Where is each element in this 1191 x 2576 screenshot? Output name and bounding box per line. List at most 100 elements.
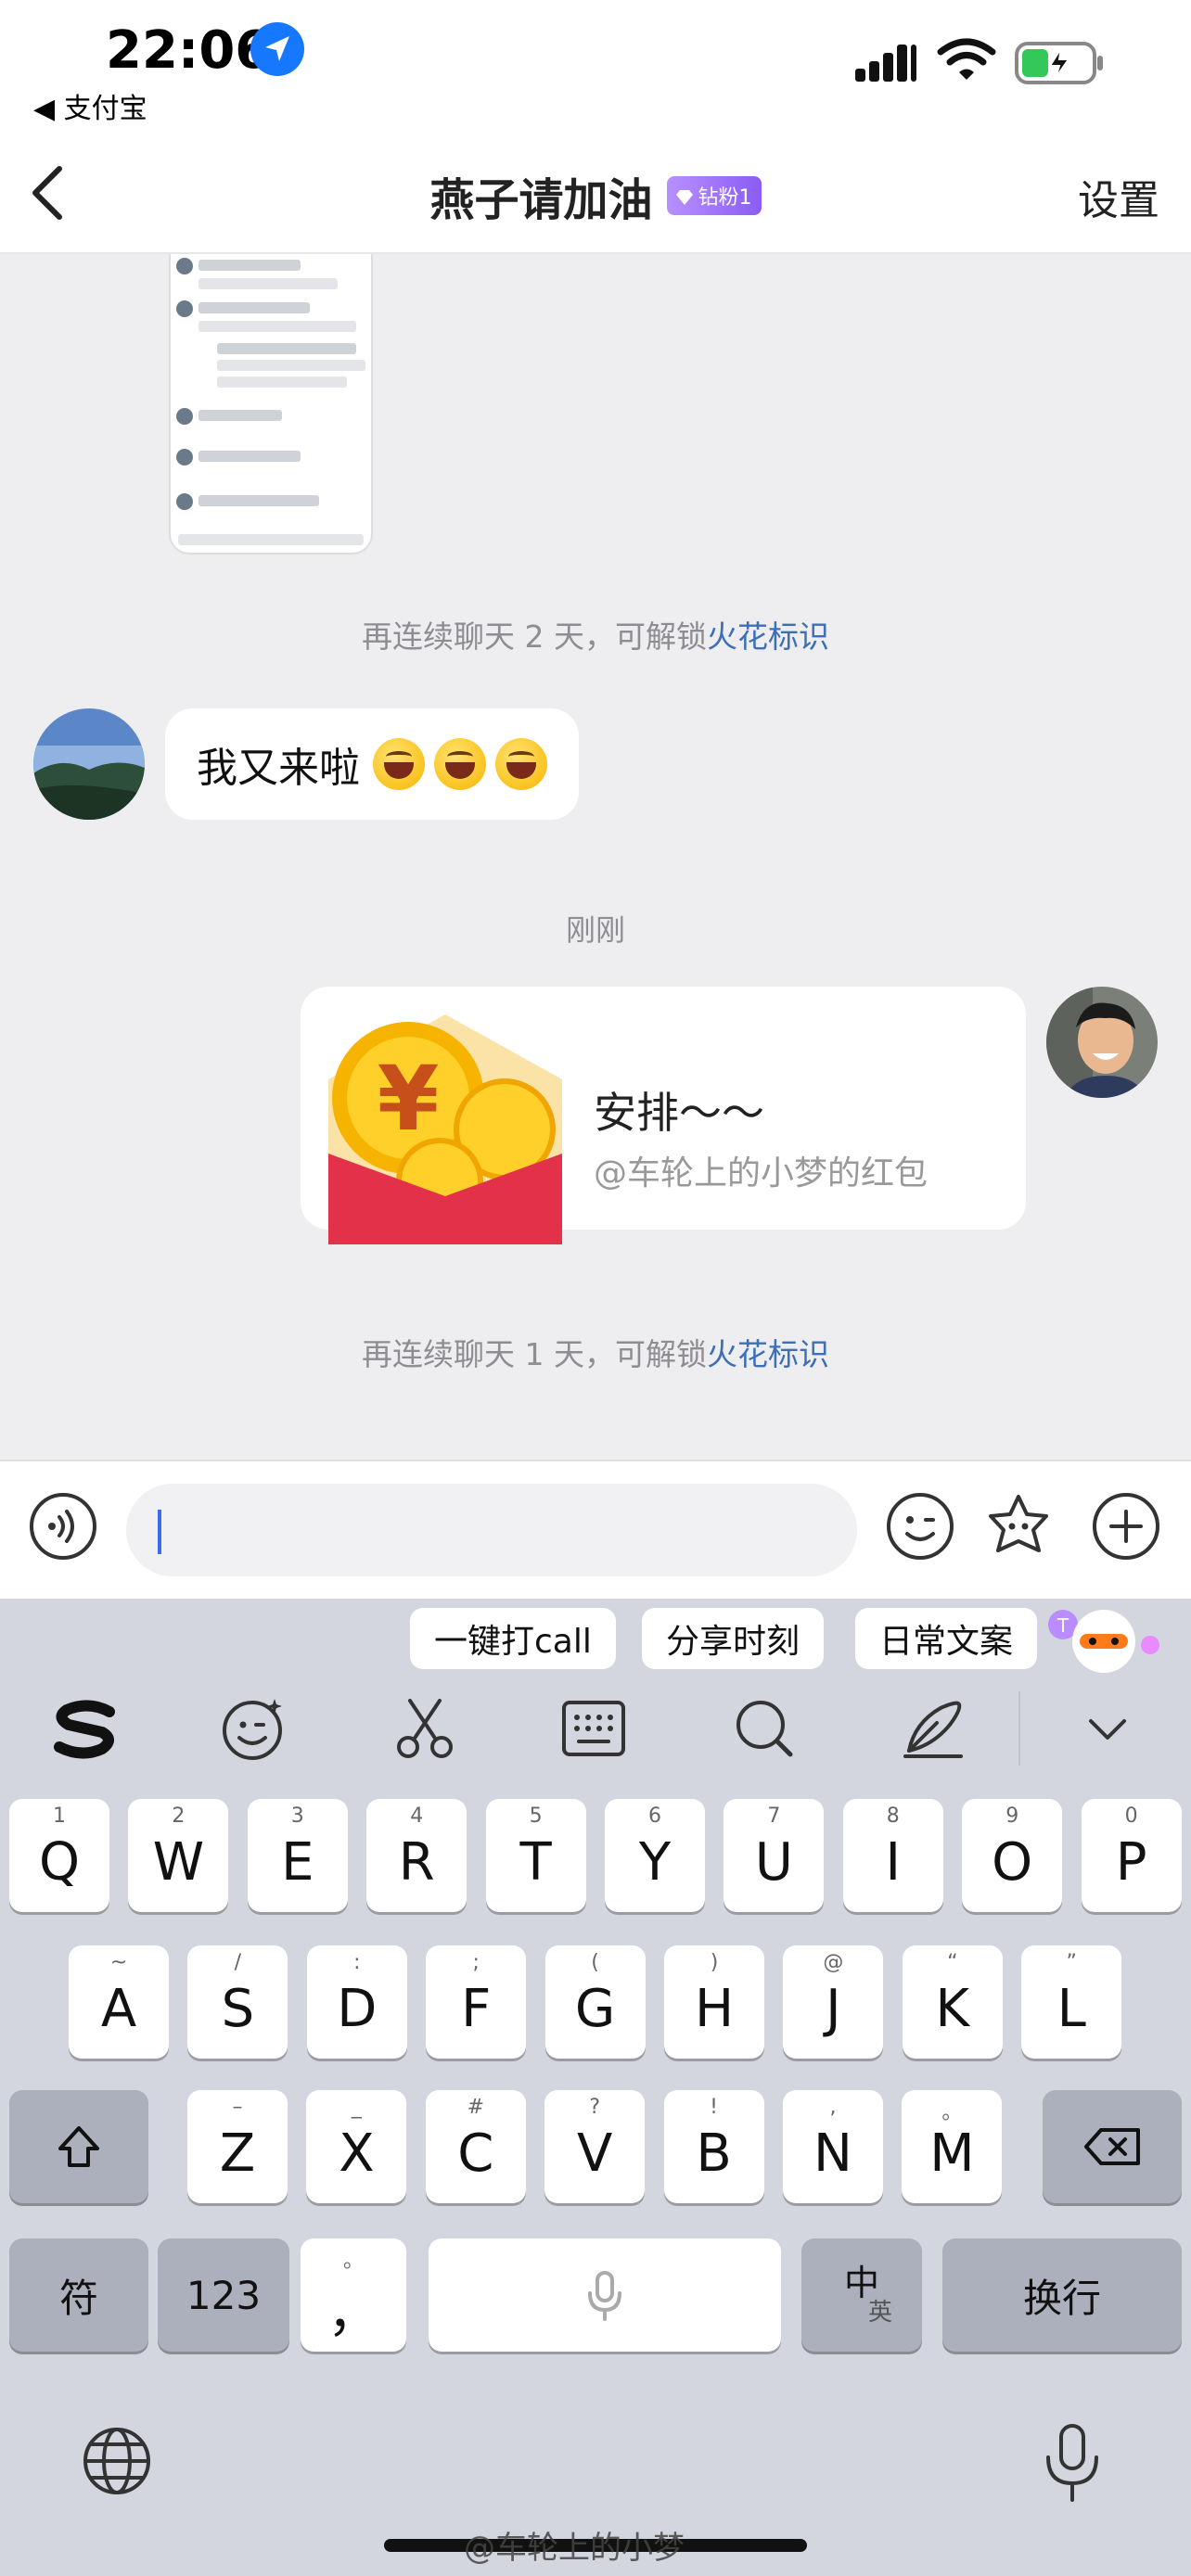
key-m[interactable]: 。 M <box>902 2090 1003 2203</box>
key-j[interactable]: @ J <box>783 1945 884 2059</box>
key-label: P <box>1115 1832 1147 1893</box>
key-hint: , <box>829 2096 837 2119</box>
key-f[interactable]: ; F <box>426 1945 527 2059</box>
key-y[interactable]: 6Y <box>605 1799 705 1912</box>
red-packet-icon: ¥ <box>328 1014 562 1246</box>
scissors-icon[interactable] <box>388 1691 462 1766</box>
globe-icon[interactable] <box>80 2424 154 2498</box>
shared-screenshot-image[interactable] <box>169 254 373 555</box>
key-hint: “ <box>947 1951 958 1974</box>
thumb-avatar <box>176 493 193 510</box>
key-g[interactable]: (G <box>544 1945 646 2059</box>
toolbar-divider <box>1018 1691 1020 1766</box>
key-k[interactable]: “K <box>902 1945 1003 2059</box>
backspace-icon <box>1084 2128 1140 2165</box>
key-i[interactable]: 8I <box>842 1799 943 1912</box>
comma-key[interactable]: 。 ， <box>301 2238 406 2352</box>
key-hint: 3 <box>290 1804 304 1828</box>
keyboard-layout-icon[interactable] <box>557 1691 631 1766</box>
key-b[interactable]: ! B <box>663 2090 764 2203</box>
key-label: J <box>826 1979 841 2039</box>
svg-text:¥: ¥ <box>378 1047 440 1151</box>
laughing-emoji-icon <box>495 738 547 790</box>
key-o[interactable]: 9O <box>962 1799 1063 1912</box>
key-r[interactable]: 4R <box>366 1799 467 1912</box>
incoming-message-bubble[interactable]: 我又来啦 <box>165 708 579 820</box>
status-time: 22:06 <box>106 20 272 81</box>
back-to-app-link[interactable]: ◀ 支付宝 <box>33 85 147 126</box>
contact-avatar[interactable] <box>33 708 145 820</box>
location-icon <box>250 22 304 76</box>
assistant-mascot-icon[interactable]: T <box>1046 1602 1167 1677</box>
key-hint: 4 <box>410 1804 424 1828</box>
key-z[interactable]: – Z <box>187 2090 288 2203</box>
delete-key[interactable] <box>1043 2090 1182 2203</box>
dictation-microphone-icon[interactable] <box>1039 2420 1106 2504</box>
key-p[interactable]: 0P <box>1081 1799 1182 1912</box>
handwriting-pen-icon[interactable] <box>896 1691 970 1766</box>
fan-badge: 钻粉1 <box>666 176 762 215</box>
my-avatar[interactable] <box>1046 987 1158 1098</box>
shift-key[interactable] <box>9 2090 148 2203</box>
keyboard-emoji-icon[interactable] <box>217 1691 291 1766</box>
key-label: W <box>152 1832 205 1893</box>
key-hint: 6 <box>648 1804 661 1828</box>
key-h[interactable]: ) H <box>664 1945 764 2059</box>
key-label: G <box>574 1979 616 2039</box>
key-q[interactable]: 1Q <box>9 1799 109 1912</box>
spark-notice-link[interactable]: 火花标识 <box>707 1336 829 1372</box>
lang-main-label: 中 <box>843 2263 879 2303</box>
search-icon[interactable] <box>727 1691 801 1766</box>
thumb-line <box>198 260 301 271</box>
key-label: Q <box>38 1832 81 1893</box>
key-label: ， <box>327 2284 379 2344</box>
voice-input-icon[interactable] <box>26 1489 100 1563</box>
red-packet-sender: @车轮上的小梦的红包 <box>594 1154 928 1192</box>
spark-notice-link[interactable]: 火花标识 <box>707 618 829 655</box>
wifi-icon <box>937 37 996 87</box>
key-label: O <box>992 1832 1033 1893</box>
key-l[interactable]: ” L <box>1021 1945 1122 2059</box>
key-x[interactable]: _ X <box>306 2090 407 2203</box>
key-n[interactable]: ,N <box>783 2090 883 2203</box>
settings-button[interactable]: 设置 <box>1078 167 1159 226</box>
key-e[interactable]: 3E <box>247 1799 348 1912</box>
key-c[interactable]: # C <box>425 2090 526 2203</box>
language-switch-key[interactable]: 中 英 <box>801 2238 922 2352</box>
key-label: R <box>398 1832 435 1893</box>
watermark: @车轮上的小梦 <box>464 2530 685 2567</box>
thumb-avatar <box>176 258 193 274</box>
message-input-field[interactable] <box>126 1484 857 1576</box>
thumb-line <box>198 302 310 313</box>
symbol-key[interactable]: 符 <box>9 2238 148 2352</box>
message-input-bar <box>0 1460 1191 1599</box>
key-d[interactable]: :D <box>306 1945 407 2059</box>
key-a[interactable]: ~ A <box>69 1945 169 2059</box>
key-label: M <box>929 2123 975 2184</box>
key-label: H <box>694 1979 735 2039</box>
suggestion-chip[interactable]: 日常文案 <box>855 1608 1038 1669</box>
key-u[interactable]: 7U <box>724 1799 825 1912</box>
text-caret <box>158 1510 161 1554</box>
key-v[interactable]: ? V <box>544 2090 646 2203</box>
suggestion-chip[interactable]: 分享时刻 <box>642 1608 825 1669</box>
sogou-logo-icon[interactable] <box>48 1691 122 1766</box>
key-t[interactable]: 5T <box>485 1799 586 1912</box>
chat-area[interactable]: 再连续聊天 2 天，可解锁火花标识 我又来啦 刚刚 ¥ 安排～～ @车轮上的小梦… <box>0 254 1191 1460</box>
red-packet-message[interactable]: ¥ 安排～～ @车轮上的小梦的红包 <box>301 987 1026 1244</box>
suggestion-chip[interactable]: 一键打call <box>410 1608 616 1669</box>
sticker-icon[interactable] <box>981 1489 1056 1563</box>
add-more-icon[interactable] <box>1089 1489 1163 1563</box>
key-s[interactable]: / S <box>187 1945 288 2059</box>
emoji-icon[interactable] <box>883 1489 957 1563</box>
return-key[interactable]: 换行 <box>942 2238 1182 2352</box>
message-timestamp: 刚刚 <box>565 912 625 948</box>
incoming-message-text: 我又来啦 <box>197 745 360 792</box>
collapse-keyboard-icon[interactable] <box>1070 1691 1145 1766</box>
shift-icon <box>58 2126 99 2167</box>
key-w[interactable]: 2W <box>128 1799 229 1912</box>
space-key[interactable] <box>429 2238 781 2352</box>
key-hint: ! <box>710 2096 718 2119</box>
key-hint: 7 <box>767 1804 781 1828</box>
number-key[interactable]: 123 <box>158 2238 289 2352</box>
